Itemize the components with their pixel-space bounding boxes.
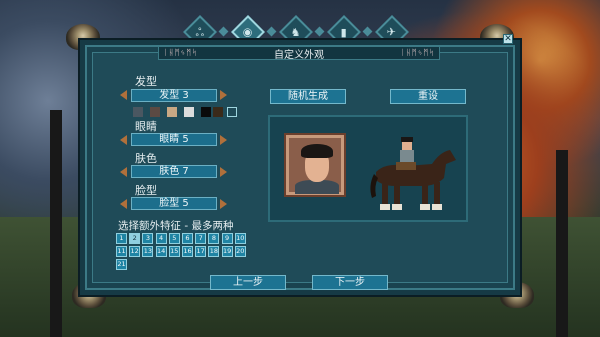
bird-icon: ✈ xyxy=(387,25,397,39)
horse-icon: ♞ xyxy=(291,25,301,39)
skin-selector: 肤色 7 xyxy=(131,165,217,178)
eyes-selector: 眼睛 5 xyxy=(131,133,217,146)
trait-button[interactable]: 10 xyxy=(234,233,246,244)
title-bar: ᛁᚺᛗᛃᛗᛋ 自定义外观 ᛁᚺᛗᛃᛗᛋ xyxy=(158,46,440,61)
tree-trunk xyxy=(50,110,62,337)
page-title: 自定义外观 xyxy=(274,49,324,61)
tab-separator xyxy=(266,26,277,37)
trait-button[interactable]: 12 xyxy=(129,246,141,257)
eyes-label: 眼睛 xyxy=(135,120,157,133)
next-step-button[interactable]: 下一步 xyxy=(312,275,388,290)
title-runes-left: ᛁᚺᛗᛃᛗᛋ xyxy=(163,48,198,57)
hair-next-arrow[interactable] xyxy=(220,90,227,100)
trait-button[interactable]: 7 xyxy=(195,233,207,244)
trait-button[interactable]: 1 xyxy=(116,233,127,244)
trait-button[interactable]: 16 xyxy=(182,246,193,257)
skin-prev-arrow[interactable] xyxy=(120,167,127,177)
trait-button[interactable]: 19 xyxy=(221,246,233,257)
hair-selector: 发型 3 xyxy=(131,89,217,102)
tab-separator xyxy=(314,26,325,37)
horse-rider-sprite xyxy=(370,137,456,210)
random-button[interactable]: 随机生成 xyxy=(270,89,346,104)
close-button[interactable]: ✕ xyxy=(503,34,513,44)
skin-label: 肤色 xyxy=(135,152,157,165)
eyes-next-arrow[interactable] xyxy=(220,135,227,145)
tree-trunk xyxy=(556,150,568,337)
crest-icon: ஃ xyxy=(195,25,205,39)
trait-button[interactable]: 6 xyxy=(182,233,193,244)
face-prev-arrow[interactable] xyxy=(120,199,127,209)
title-runes-right: ᛁᚺᛗᛃᛗᛋ xyxy=(400,48,435,57)
hair-label: 发型 xyxy=(135,75,157,88)
hair-color-swatch[interactable] xyxy=(184,107,194,117)
face-label: 脸型 xyxy=(135,184,157,197)
trait-button[interactable]: 3 xyxy=(142,233,154,244)
hair-color-swatch-selected[interactable] xyxy=(227,107,237,117)
character-portrait xyxy=(286,135,344,195)
tab-separator xyxy=(218,26,229,37)
trait-button[interactable]: 17 xyxy=(195,246,207,257)
trait-button[interactable]: 9 xyxy=(221,233,233,244)
eye-icon: ◉ xyxy=(243,25,253,39)
trait-button[interactable]: 13 xyxy=(142,246,154,257)
banner-icon: ▮ xyxy=(340,25,348,39)
trait-button[interactable]: 14 xyxy=(155,246,167,257)
trait-button[interactable]: 11 xyxy=(116,246,127,257)
tab-separator xyxy=(362,26,373,37)
trait-button[interactable]: 2 xyxy=(129,233,141,244)
portrait-shoulders xyxy=(295,180,339,194)
trait-button[interactable]: 8 xyxy=(208,233,220,244)
skin-next-arrow[interactable] xyxy=(220,167,227,177)
portrait-hair xyxy=(301,144,333,158)
reset-button[interactable]: 重设 xyxy=(390,89,466,104)
trait-button[interactable]: 20 xyxy=(234,246,246,257)
hair-color-swatch[interactable] xyxy=(213,107,223,117)
trait-button[interactable]: 4 xyxy=(155,233,167,244)
face-selector: 脸型 5 xyxy=(131,197,217,210)
traits-title: 选择额外特征 - 最多两种 xyxy=(118,220,234,232)
hair-color-swatch[interactable] xyxy=(150,107,160,117)
eyes-prev-arrow[interactable] xyxy=(120,135,127,145)
trait-button[interactable]: 18 xyxy=(208,246,220,257)
face-next-arrow[interactable] xyxy=(220,199,227,209)
hair-color-swatch[interactable] xyxy=(167,107,177,117)
trait-button[interactable]: 21 xyxy=(116,259,127,270)
trait-button[interactable]: 5 xyxy=(168,233,180,244)
trait-button[interactable]: 15 xyxy=(168,246,180,257)
hair-color-swatch[interactable] xyxy=(201,107,211,117)
hair-prev-arrow[interactable] xyxy=(120,90,127,100)
prev-step-button[interactable]: 上一步 xyxy=(210,275,286,290)
hair-color-swatch[interactable] xyxy=(133,107,143,117)
